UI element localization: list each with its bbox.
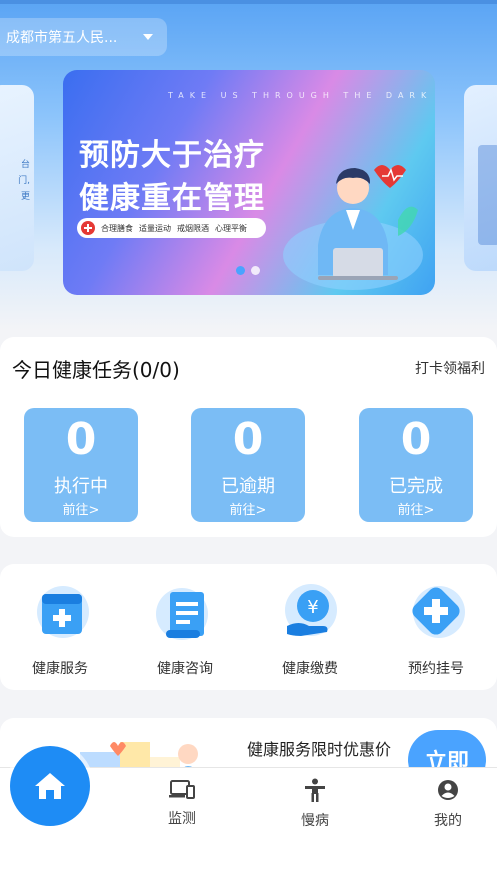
carousel-indicators: [236, 266, 260, 275]
home-icon: [35, 773, 65, 799]
medical-cross-icon: [405, 582, 467, 644]
banner-tag: 心理平衡: [215, 223, 247, 233]
tab-label: 我的: [434, 813, 462, 829]
decorative-shape: [478, 145, 497, 245]
checkin-reward-link[interactable]: 打卡领福利: [415, 358, 485, 378]
medical-kit-icon: [29, 582, 91, 644]
service-label: 健康服务: [32, 661, 88, 677]
task-go-link[interactable]: 前往>: [24, 499, 138, 518]
task-label: 执行中: [54, 476, 108, 497]
task-count: 0: [65, 414, 97, 465]
status-accent-line: [0, 0, 497, 4]
carousel-dot[interactable]: [236, 266, 245, 275]
person-icon: [305, 778, 325, 802]
task-go-link[interactable]: 前往>: [359, 499, 473, 518]
banner-prev-card[interactable]: 台 门, 更: [0, 85, 34, 271]
carousel-dot[interactable]: [251, 266, 260, 275]
chevron-down-icon: [143, 34, 153, 40]
banner-headline: 预防大于治疗: [79, 138, 265, 173]
task-count: 0: [232, 414, 264, 465]
red-cross-icon: [81, 221, 95, 235]
service-health-consult[interactable]: 健康咨询: [135, 582, 235, 678]
devices-icon: [169, 780, 195, 799]
task-count: 0: [400, 414, 432, 465]
task-completed[interactable]: 0 已完成 前往>: [359, 408, 473, 522]
banner-tag: 适量运动: [139, 223, 171, 233]
banner-tag-pill: 合理膳食 适量运动 戒烟限酒 心理平衡: [77, 218, 266, 238]
task-label: 已逾期: [221, 476, 275, 497]
service-label: 健康咨询: [157, 661, 213, 677]
tab-label: 慢病: [301, 813, 329, 829]
banner-subheadline: 健康重在管理: [79, 181, 265, 216]
banner-next-card[interactable]: [464, 85, 497, 271]
tab-mine[interactable]: 我的: [408, 778, 488, 830]
service-appointment[interactable]: 预约挂号: [386, 582, 486, 678]
banner-tag: 戒烟限酒: [177, 223, 209, 233]
task-label: 已完成: [389, 476, 443, 497]
service-label: 预约挂号: [408, 661, 464, 677]
task-go-link[interactable]: 前往>: [191, 499, 305, 518]
document-scroll-icon: [154, 582, 216, 644]
tab-home[interactable]: [10, 746, 90, 826]
task-overdue[interactable]: 0 已逾期 前往>: [191, 408, 305, 522]
banner-tag: 合理膳食: [101, 223, 133, 233]
service-health-payment[interactable]: ¥ 健康缴费: [260, 582, 360, 678]
location-selector[interactable]: 成都市第五人民...: [0, 18, 167, 56]
doctor-illustration: [283, 165, 423, 290]
tab-label: 监测: [168, 811, 196, 827]
yuan-payment-icon: ¥: [279, 582, 341, 644]
account-icon: [438, 780, 458, 800]
tab-chronic[interactable]: 慢病: [275, 778, 355, 830]
svg-text:¥: ¥: [307, 597, 318, 618]
task-in-progress[interactable]: 0 执行中 前往>: [24, 408, 138, 522]
health-task-card: 今日健康任务(0/0) 打卡领福利 0 执行中 前往> 0 已逾期 前往> 0 …: [0, 337, 497, 537]
service-health-service[interactable]: 健康服务: [10, 582, 110, 678]
location-text: 成都市第五人民...: [6, 30, 118, 46]
prev-card-text: 台 门, 更: [18, 160, 30, 202]
service-grid: 健康服务 健康咨询 ¥ 健康缴费 预约挂号: [0, 564, 497, 690]
health-banner[interactable]: TAKE US THROUGH THE DARK 预防大于治疗 健康重在管理 合…: [63, 70, 435, 295]
task-section-title: 今日健康任务(0/0): [12, 358, 180, 382]
banner-tagline: TAKE US THROUGH THE DARK: [168, 91, 433, 100]
tab-monitor[interactable]: 监测: [142, 778, 222, 828]
service-label: 健康缴费: [282, 661, 338, 677]
promo-text: 健康服务限时优惠价: [247, 740, 392, 759]
